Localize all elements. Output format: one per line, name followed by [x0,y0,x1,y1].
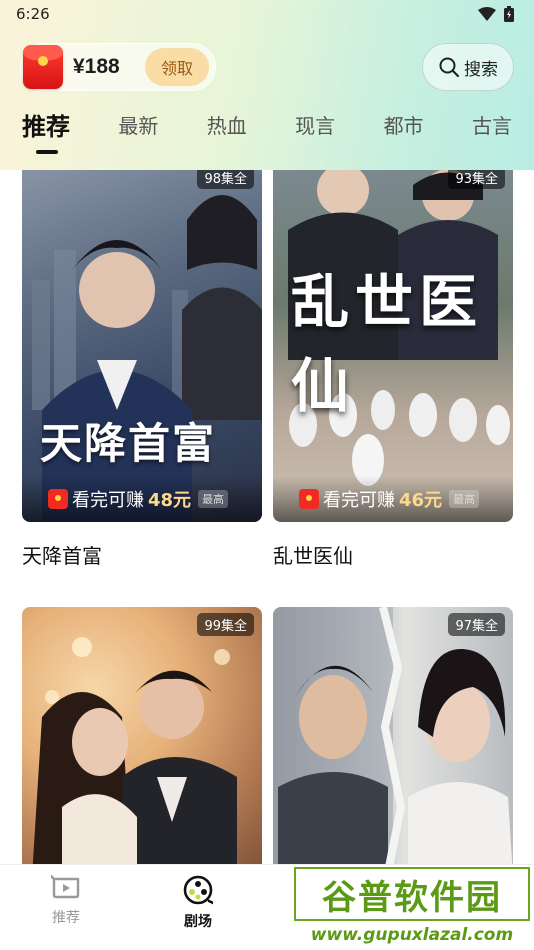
nav-theater[interactable]: 剧场 [132,865,264,950]
active-tab-indicator [36,150,58,154]
tab-urban[interactable]: 都市 [384,110,424,139]
nav-theater-label: 剧场 [184,914,212,930]
earn-prefix: 看完可赚 [72,490,144,511]
tab-recommended[interactable]: 推荐 [22,107,70,142]
episode-badge: 99集全 [197,613,254,636]
reward-pill[interactable]: ¥188 领取 [20,43,216,91]
drama-grid: 天降首富 98集全 看完可赚 48元 最高 天降首富 乱世医仙 93集全 看完可… [0,170,534,864]
poster-title-art: 乱世医仙 [291,268,484,420]
film-reel-icon [183,875,213,905]
drama-poster[interactable]: 乱世医仙 93集全 看完可赚 46元 最高 [273,170,513,522]
tab-action[interactable]: 热血 [207,110,247,139]
poster-artwork [273,607,513,864]
episode-badge: 98集全 [197,170,254,189]
max-tag: 最高 [449,490,480,508]
search-icon [439,57,460,78]
episode-badge: 97集全 [448,613,505,636]
drama-poster[interactable]: 天降首富 98集全 看完可赚 48元 最高 [22,170,262,522]
tv-play-icon [51,875,80,899]
search-label: 搜索 [464,59,498,80]
poster-title-art: 天降首富 [40,419,217,468]
tab-ancient-romance[interactable]: 古言 [472,110,512,139]
red-envelope-icon [23,45,63,89]
drama-card[interactable]: 97集全 [273,607,513,864]
red-envelope-icon [299,489,319,509]
drama-card[interactable]: 天降首富 98集全 看完可赚 48元 最高 天降首富 [22,170,262,569]
status-bar: 6:26 [0,0,534,28]
drama-title[interactable]: 天降首富 [22,540,262,569]
header: ¥188 领取 搜索 [20,42,514,92]
nav-recommended[interactable]: 推荐 [0,865,132,950]
battery-icon [504,6,514,22]
earn-amount: 48元 [148,490,192,511]
claim-button[interactable]: 领取 [145,48,209,86]
watermark-logo: 谷普软件园 [294,867,530,921]
drama-title[interactable]: 乱世医仙 [273,540,513,569]
drama-poster[interactable]: 99集全 [22,607,262,864]
reward-amount: ¥188 [73,55,120,78]
wifi-icon [478,7,496,21]
max-tag: 最高 [198,490,229,508]
status-time: 6:26 [16,5,50,23]
tab-modern-romance[interactable]: 现言 [295,110,335,139]
nav-recommended-label: 推荐 [52,910,80,926]
episode-badge: 93集全 [448,170,505,189]
watermark-url: www.gupuxlazal.com [310,925,514,945]
watermark: 谷普软件园 www.gupuxlazal.com [290,864,534,950]
category-tabs: 推荐 最新 热血 现言 都市 古言 [22,104,512,144]
red-envelope-icon [48,489,68,509]
poster-artwork [32,637,237,864]
drama-card[interactable]: 乱世医仙 93集全 看完可赚 46元 最高 乱世医仙 [273,170,513,569]
earn-reward-bar: 看完可赚 48元 最高 [22,476,262,522]
status-icons [478,6,514,22]
earn-prefix: 看完可赚 [323,490,395,511]
drama-poster[interactable]: 97集全 [273,607,513,864]
drama-card[interactable]: 99集全 [22,607,262,864]
earn-reward-bar: 看完可赚 46元 最高 [273,476,513,522]
search-button[interactable]: 搜索 [422,43,514,91]
tab-latest[interactable]: 最新 [118,110,158,139]
earn-amount: 46元 [399,490,443,511]
